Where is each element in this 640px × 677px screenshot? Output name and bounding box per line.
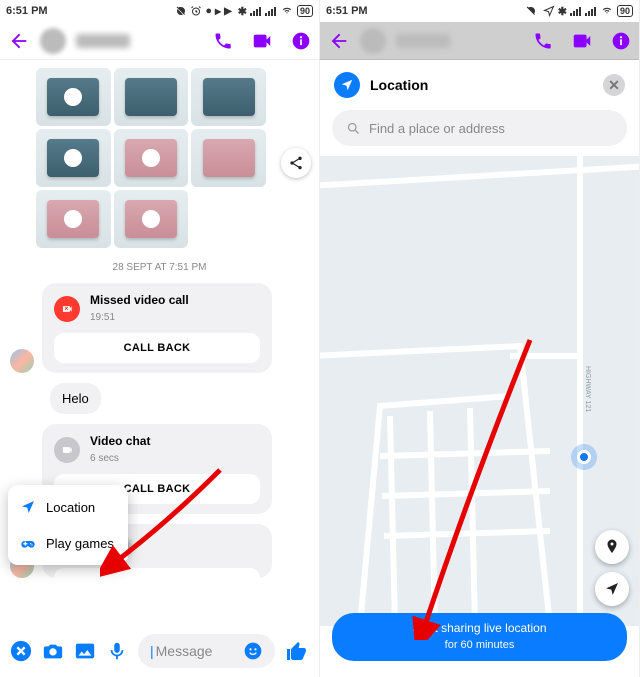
video-chat-icon (54, 437, 80, 463)
like-icon[interactable] (285, 639, 309, 663)
pin-button[interactable] (595, 530, 629, 564)
wifi-icon (280, 6, 294, 16)
timestamp: 28 SEPT AT 7:51 PM (10, 262, 309, 273)
popup-games[interactable]: Play games (8, 525, 128, 561)
camera-icon[interactable] (42, 640, 64, 662)
status-bar: 6:51 PM ✱ 90 (320, 0, 639, 22)
missed-time: 19:51 (90, 312, 115, 323)
share-icon (288, 155, 304, 171)
message-input[interactable]: |Message (138, 634, 275, 668)
image-grid[interactable] (36, 68, 266, 248)
videochat-title: Video chat (90, 434, 150, 448)
alarm-off-icon (525, 5, 537, 17)
back-icon[interactable] (328, 30, 350, 52)
contact-avatar (360, 28, 386, 54)
info-icon[interactable] (291, 31, 311, 51)
popup-games-label: Play games (46, 536, 114, 551)
map-view[interactable]: HIGHWAY 121 (320, 156, 639, 626)
bluetooth-icon: ✱ (238, 5, 247, 18)
battery-pct: 90 (297, 5, 313, 17)
mic-icon[interactable] (106, 640, 128, 662)
signal-1-icon (250, 6, 262, 16)
chat-body: 28 SEPT AT 7:51 PM Missed video call 19:5… (0, 60, 319, 625)
chat-icon: ● (205, 5, 212, 17)
recenter-button[interactable] (595, 572, 629, 606)
callback-button[interactable]: CALL BACK (54, 333, 260, 363)
missed-video-icon (54, 296, 80, 322)
alarm-off-icon (175, 5, 187, 17)
status-time: 6:51 PM (6, 5, 48, 17)
close-icon[interactable]: ✕ (603, 74, 625, 96)
sender-avatar[interactable] (10, 349, 34, 373)
youtube-icon: ▶ (224, 6, 232, 17)
start-sharing-button[interactable]: Start sharing live location for 60 minut… (332, 613, 627, 661)
gamepad-icon (20, 535, 36, 551)
status-right: ✱ 90 (525, 5, 633, 18)
chat-header-dim (320, 22, 639, 60)
contact-name (396, 34, 450, 48)
bluetooth-icon: ✱ (558, 5, 567, 18)
videochat-time: 6 secs (90, 453, 119, 464)
location-icon (543, 5, 555, 17)
status-time: 6:51 PM (326, 5, 368, 17)
callback-button[interactable]: CALL BACK (54, 568, 260, 578)
emoji-icon[interactable] (243, 641, 263, 661)
screen-chat: 6:51 PM ● ▸ ▶ ✱ 90 (0, 0, 320, 677)
missed-title: Missed video call (90, 293, 189, 307)
wifi-icon (600, 6, 614, 16)
signal-2-icon (585, 6, 597, 16)
location-arrow-icon (20, 499, 36, 515)
contact-name[interactable] (76, 34, 130, 48)
location-header: Location ✕ (320, 60, 639, 110)
location-send-icon (334, 72, 360, 98)
nav-arrow-icon (604, 581, 620, 597)
gallery-icon[interactable] (74, 640, 96, 662)
pin-icon (603, 538, 621, 556)
location-title: Location (370, 77, 428, 93)
share-button[interactable] (281, 148, 311, 178)
video-icon (571, 30, 593, 52)
missed-call-card[interactable]: Missed video call 19:51 CALL BACK (42, 283, 272, 373)
info-icon (611, 31, 631, 51)
chat-header (0, 22, 319, 60)
cast-icon: ▸ (215, 4, 221, 18)
video-icon[interactable] (251, 30, 273, 52)
popup-location[interactable]: Location (8, 489, 128, 525)
status-bar: 6:51 PM ● ▸ ▶ ✱ 90 (0, 0, 319, 22)
popup-location-label: Location (46, 500, 95, 515)
screen-location: 6:51 PM ✱ 90 Location ✕ Find a plac (320, 0, 640, 677)
start-line2: for 60 minutes (445, 639, 515, 651)
search-icon (346, 121, 361, 136)
signal-1-icon (570, 6, 582, 16)
more-popup: Location Play games (8, 485, 128, 565)
signal-2-icon (265, 6, 277, 16)
start-line1: Start sharing live location (342, 621, 617, 635)
current-location-dot (577, 450, 591, 464)
place-search-input[interactable]: Find a place or address (332, 110, 627, 146)
call-icon[interactable] (213, 31, 233, 51)
back-icon[interactable] (8, 30, 30, 52)
composer: |Message (0, 625, 319, 677)
contact-avatar[interactable] (40, 28, 66, 54)
close-more-icon[interactable] (10, 640, 32, 662)
text-message[interactable]: Helo (50, 383, 101, 414)
status-right: ● ▸ ▶ ✱ 90 (175, 4, 313, 18)
place-search-placeholder: Find a place or address (369, 121, 505, 136)
call-icon (533, 31, 553, 51)
road-label: HIGHWAY 121 (584, 366, 591, 412)
map-roads: HIGHWAY 121 (320, 156, 639, 626)
message-placeholder: Message (156, 643, 213, 659)
battery-pct: 90 (617, 5, 633, 17)
alarm-icon (190, 5, 202, 17)
